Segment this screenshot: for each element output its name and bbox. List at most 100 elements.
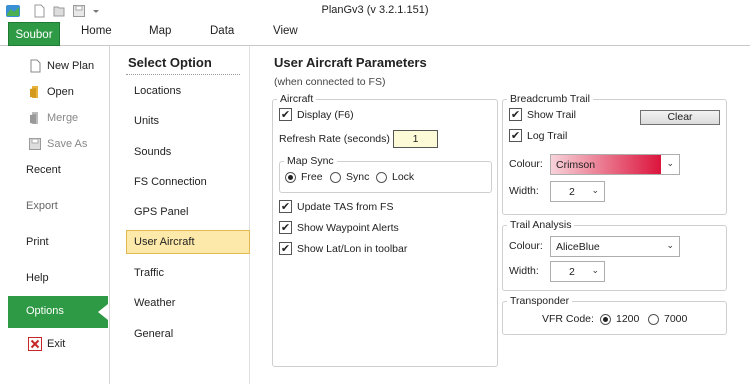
display-checkbox[interactable]: ✔ [279, 108, 292, 121]
open-button[interactable]: Open [0, 80, 110, 106]
radio-7000[interactable] [648, 313, 659, 325]
map-sync-legend: Map Sync [287, 155, 334, 167]
transponder-legend: Transponder [510, 295, 570, 307]
refresh-rate-input[interactable]: 1 [393, 130, 438, 148]
display-label: Display (F6) [297, 108, 354, 121]
options-tab[interactable]: Options [8, 296, 108, 328]
tab-file[interactable]: Soubor [8, 22, 60, 46]
option-label: User Aircraft [134, 236, 195, 248]
radio-1200[interactable] [600, 313, 611, 325]
save-icon [29, 138, 41, 150]
merge-button[interactable]: Merge [0, 106, 110, 132]
radio-7000-label: 7000 [664, 313, 688, 325]
option-general[interactable]: General [126, 322, 250, 346]
vfr-7000-radio[interactable]: 7000 [648, 313, 687, 325]
option-weather[interactable]: Weather [126, 291, 250, 315]
map-sync-lock-radio[interactable]: Lock [376, 171, 414, 183]
recent-tab[interactable]: Recent [26, 164, 61, 176]
trail-analysis-legend: Trail Analysis [510, 219, 572, 231]
option-label: GPS Panel [134, 206, 189, 218]
map-sync-free-radio[interactable]: Free [285, 171, 323, 183]
new-file-icon [30, 59, 41, 73]
tab-home[interactable]: Home [81, 25, 112, 37]
chevron-down-icon: ⌄ [591, 186, 599, 196]
save-as-label: Save As [47, 138, 88, 150]
option-label: Traffic [134, 267, 164, 279]
merge-icon [30, 112, 38, 124]
update-tas-row[interactable]: ✔ Update TAS from FS [279, 200, 393, 213]
options-label: Options [26, 305, 64, 317]
backstage-panel: New Plan Open Merge Save As Recent Expor… [0, 46, 110, 384]
log-trail-label: Log Trail [527, 129, 568, 142]
tab-view[interactable]: View [273, 25, 298, 37]
waypoint-alerts-label: Show Waypoint Alerts [297, 221, 399, 234]
page-title: User Aircraft Parameters [274, 55, 427, 70]
option-list-heading: Select Option [128, 55, 212, 70]
radio-free[interactable] [285, 171, 296, 183]
new-plan-button[interactable]: New Plan [0, 54, 110, 80]
option-units[interactable]: Units [126, 109, 250, 133]
breadcrumb-colour-select[interactable]: Crimson ⌄ [550, 154, 680, 175]
clear-button[interactable]: Clear [640, 110, 720, 125]
map-sync-sync-radio[interactable]: Sync [330, 171, 369, 183]
radio-sync-label: Sync [346, 171, 370, 183]
option-label: Units [134, 115, 160, 127]
option-label: Sounds [134, 146, 172, 158]
open-folder-icon [30, 86, 38, 98]
option-traffic[interactable]: Traffic [126, 261, 250, 285]
option-locations[interactable]: Locations [126, 79, 250, 103]
breadcrumb-width-select[interactable]: 2 ⌄ [550, 181, 605, 202]
trail-analysis-colour-value: AliceBlue [556, 241, 600, 253]
selection-arrow-icon [98, 304, 108, 320]
log-trail-row[interactable]: ✔ Log Trail [509, 129, 567, 142]
tab-data[interactable]: Data [210, 25, 234, 37]
heading-divider [126, 74, 240, 75]
option-label: FS Connection [134, 176, 207, 188]
radio-lock[interactable] [376, 171, 387, 183]
aircraft-legend: Aircraft [280, 93, 314, 105]
breadcrumb-colour-label: Colour: [509, 158, 543, 170]
waypoint-alerts-row[interactable]: ✔ Show Waypoint Alerts [279, 221, 399, 234]
window-title: PlanGv3 (v 3.2.1.151) [321, 4, 429, 16]
radio-1200-label: 1200 [616, 313, 640, 325]
page-subtitle: (when connected to FS) [274, 76, 386, 88]
display-checkbox-row[interactable]: ✔ Display (F6) [279, 108, 354, 121]
help-tab[interactable]: Help [26, 272, 49, 284]
latlon-row[interactable]: ✔ Show Lat/Lon in toolbar [279, 242, 407, 255]
option-label: Weather [134, 297, 176, 309]
log-trail-checkbox[interactable]: ✔ [509, 129, 522, 142]
radio-free-label: Free [301, 171, 323, 183]
breadcrumb-width-value: 2 [569, 186, 575, 198]
trail-analysis-width-value: 2 [569, 266, 575, 278]
show-trail-checkbox[interactable]: ✔ [509, 108, 522, 121]
trail-analysis-colour-select[interactable]: AliceBlue ⌄ [550, 236, 680, 257]
ribbon-tabs: Soubor Home Map Data View [0, 22, 750, 46]
new-plan-label: New Plan [47, 60, 95, 72]
latlon-checkbox[interactable]: ✔ [279, 242, 292, 255]
chevron-down-icon: ⌄ [591, 266, 599, 276]
option-fs-connection[interactable]: FS Connection [126, 170, 250, 194]
print-tab[interactable]: Print [26, 236, 49, 248]
vfr-code-label: VFR Code: [542, 313, 594, 325]
option-label: General [134, 328, 174, 340]
update-tas-checkbox[interactable]: ✔ [279, 200, 292, 213]
save-as-button[interactable]: Save As [0, 132, 110, 158]
trail-analysis-colour-label: Colour: [509, 240, 543, 252]
radio-sync[interactable] [330, 171, 341, 183]
export-tab[interactable]: Export [26, 200, 58, 212]
latlon-label: Show Lat/Lon in toolbar [297, 242, 408, 255]
breadcrumb-width-label: Width: [509, 185, 539, 197]
option-sounds[interactable]: Sounds [126, 140, 250, 164]
option-list: Select Option Locations Units Sounds FS … [116, 46, 250, 384]
option-user-aircraft[interactable]: User Aircraft [126, 230, 250, 254]
tab-map[interactable]: Map [149, 25, 171, 37]
exit-button[interactable]: Exit [0, 332, 110, 358]
show-trail-row[interactable]: ✔ Show Trail [509, 108, 576, 121]
vfr-1200-radio[interactable]: 1200 [600, 313, 639, 325]
open-label: Open [47, 86, 74, 98]
trail-analysis-width-select[interactable]: 2 ⌄ [550, 261, 605, 282]
waypoint-alerts-checkbox[interactable]: ✔ [279, 221, 292, 234]
option-gps-panel[interactable]: GPS Panel [126, 200, 250, 224]
chevron-down-icon: ⌄ [666, 241, 674, 251]
breadcrumb-legend: Breadcrumb Trail [510, 93, 590, 105]
